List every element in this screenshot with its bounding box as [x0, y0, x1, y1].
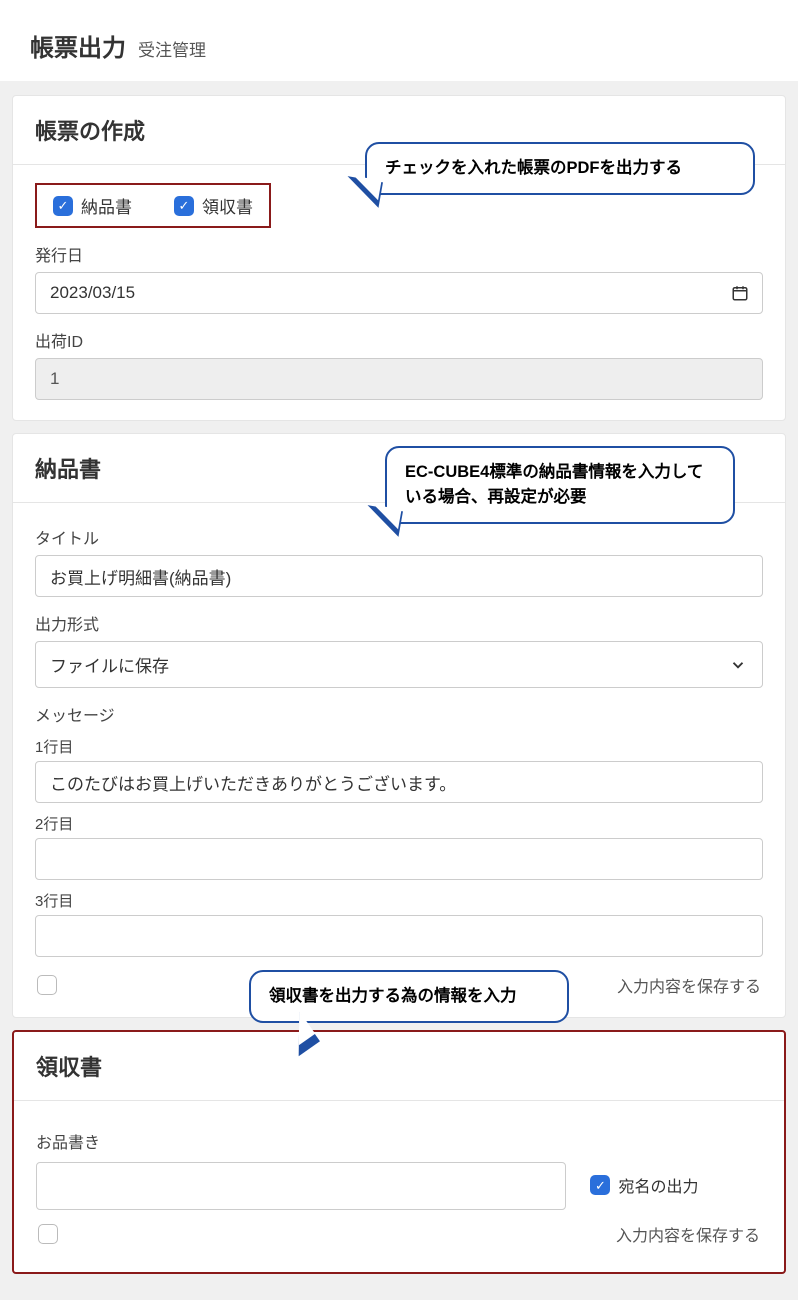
shipping-id-value: 1 [35, 358, 763, 400]
check-icon: ✓ [53, 196, 73, 216]
save-label: 入力内容を保存する [617, 973, 761, 997]
check-icon: ✓ [174, 196, 194, 216]
callout-text: 領収書を出力する為の情報を入力 [269, 987, 517, 1005]
line3-label: 3行目 [35, 890, 763, 911]
title-input[interactable] [35, 555, 763, 597]
document-type-checkboxes: ✓ 納品書 ✓ 領収書 [35, 183, 271, 228]
addressee-label: 宛名の出力 [618, 1173, 698, 1197]
message-label: メッセージ [35, 702, 763, 726]
receipt-save-row: 入力内容を保存する [36, 1216, 762, 1256]
checkbox-delivery-slip[interactable]: ✓ 納品書 [53, 193, 132, 218]
output-format-select[interactable]: ファイルに保存 [35, 641, 763, 688]
receipt-card: 領収書 お品書き ✓ 宛名の出力 入力内容を保存する [12, 1030, 786, 1274]
delivery-slip-body: タイトル 出力形式 ファイルに保存 メッセージ 1行目 2行目 3行目 入力内容… [13, 503, 785, 1017]
checkbox-receipt[interactable]: ✓ 領収書 [174, 193, 253, 218]
output-format-select-wrap: ファイルに保存 [35, 641, 763, 688]
issue-date-label: 発行日 [35, 242, 763, 266]
save-checkbox[interactable] [38, 1224, 58, 1244]
check-icon: ✓ [590, 1175, 610, 1195]
callout-pdf-output: チェックを入れた帳票のPDFを出力する [365, 142, 755, 195]
line2-label: 2行目 [35, 813, 763, 834]
issue-date-field-wrap [35, 272, 763, 314]
addressee-checkbox[interactable]: ✓ 宛名の出力 [590, 1173, 698, 1197]
page-subtitle: 受注管理 [138, 36, 206, 61]
issue-date-input[interactable] [35, 272, 763, 314]
line3-input[interactable] [35, 915, 763, 957]
save-label: 入力内容を保存する [616, 1222, 760, 1246]
page-header: 帳票出力 受注管理 [0, 0, 798, 81]
creation-card-body: ✓ 納品書 ✓ 領収書 発行日 出荷ID 1 [13, 165, 785, 420]
page-title: 帳票出力 [30, 28, 126, 63]
checkbox-label: 領収書 [202, 193, 253, 218]
delivery-slip-card: 納品書 EC-CUBE4標準の納品書情報を入力している場合、再設定が必要 タイト… [12, 433, 786, 1018]
save-checkbox[interactable] [37, 975, 57, 995]
main-content: 帳票の作成 チェックを入れた帳票のPDFを出力する ✓ 納品書 ✓ 領収書 発行… [0, 81, 798, 1300]
checkbox-label: 納品書 [81, 193, 132, 218]
line1-input[interactable] [35, 761, 763, 803]
callout-text: チェックを入れた帳票のPDFを出力する [385, 159, 682, 177]
creation-card: 帳票の作成 チェックを入れた帳票のPDFを出力する ✓ 納品書 ✓ 領収書 発行… [12, 95, 786, 421]
callout-text: EC-CUBE4標準の納品書情報を入力している場合、再設定が必要 [405, 463, 703, 506]
receipt-card-body: お品書き ✓ 宛名の出力 入力内容を保存する [14, 1101, 784, 1272]
calendar-icon [731, 284, 749, 302]
item-label: お品書き [36, 1129, 762, 1153]
shipping-id-label: 出荷ID [35, 328, 763, 352]
chevron-down-icon [729, 656, 747, 674]
receipt-heading: 領収書 [36, 1050, 762, 1082]
callout-eccube-reset: EC-CUBE4標準の納品書情報を入力している場合、再設定が必要 [385, 446, 735, 524]
output-format-label: 出力形式 [35, 611, 763, 635]
line1-label: 1行目 [35, 736, 763, 757]
callout-receipt-info: 領収書を出力する為の情報を入力 [249, 970, 569, 1023]
line2-input[interactable] [35, 838, 763, 880]
addressee-checkbox-row: ✓ 宛名の出力 [590, 1173, 698, 1197]
receipt-card-header: 領収書 [14, 1032, 784, 1101]
item-input[interactable] [36, 1162, 566, 1210]
